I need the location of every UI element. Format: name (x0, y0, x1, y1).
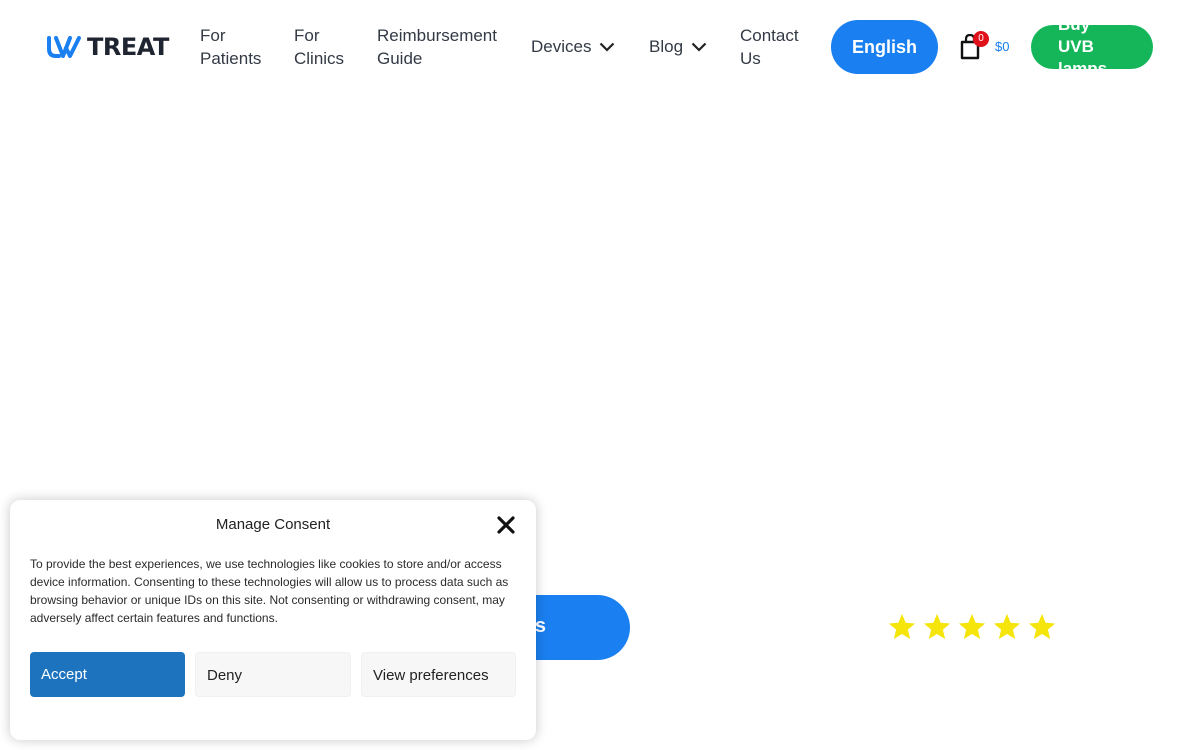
buy-button-label: Buy UVB lamps (1058, 25, 1128, 69)
uv-logo-icon (47, 36, 81, 58)
nav-reimbursement-guide[interactable]: Reimbursement Guide (377, 24, 497, 70)
nav-contact-us[interactable]: Contact Us (740, 24, 799, 70)
star-icon (958, 613, 986, 639)
nav-label-line2: Patients (200, 49, 262, 68)
nav-label-line2: Clinics (294, 49, 345, 68)
hero-cta-label: s (534, 615, 546, 637)
rating-stars (887, 612, 1057, 642)
cart-count-badge: 0 (973, 31, 989, 47)
nav-label-line1: Contact (740, 26, 799, 45)
nav-label: Blog (649, 37, 684, 56)
nav-label-line1: For (200, 26, 226, 45)
logo-text: TREAT (87, 33, 169, 61)
chevron-down-icon (691, 42, 707, 52)
star-icon (993, 613, 1021, 639)
nav-label-line2: Us (740, 49, 761, 68)
deny-button[interactable]: Deny (195, 652, 351, 697)
nav-for-clinics[interactable]: For Clinics (294, 24, 344, 70)
nav-label-line1: Reimbursement (377, 26, 497, 45)
nav-label-line2: Guide (377, 49, 423, 68)
star-icon (888, 613, 916, 639)
buy-uvb-lamps-button[interactable]: Buy UVB lamps (1031, 25, 1153, 69)
site-logo[interactable]: TREAT (46, 33, 169, 61)
consent-dialog: Manage Consent To provide the best exper… (10, 500, 536, 740)
buy-label-line2: UVB (1058, 37, 1094, 56)
consent-title: Manage Consent (215, 516, 331, 533)
accept-button[interactable]: Accept (30, 652, 185, 697)
cart-total[interactable]: $0 (995, 39, 1009, 54)
view-preferences-button[interactable]: View preferences (361, 652, 516, 697)
site-header: TREAT For Patients For Clinics Reimburse… (0, 0, 1200, 94)
star-icon (923, 613, 951, 639)
language-button[interactable]: English (831, 20, 938, 74)
nav-label-line1: For (294, 26, 320, 45)
star-icon (1028, 613, 1056, 639)
nav-label: Devices (531, 37, 592, 56)
close-icon[interactable] (496, 515, 516, 535)
nav-devices[interactable]: Devices (531, 35, 615, 58)
nav-for-patients[interactable]: For Patients (200, 24, 261, 70)
chevron-down-icon (600, 42, 615, 52)
buy-label-line1: Buy (1058, 25, 1090, 34)
consent-message: To provide the best experiences, we use … (30, 557, 509, 625)
nav-blog[interactable]: Blog (649, 35, 707, 58)
buy-label-line3: lamps (1058, 59, 1108, 69)
